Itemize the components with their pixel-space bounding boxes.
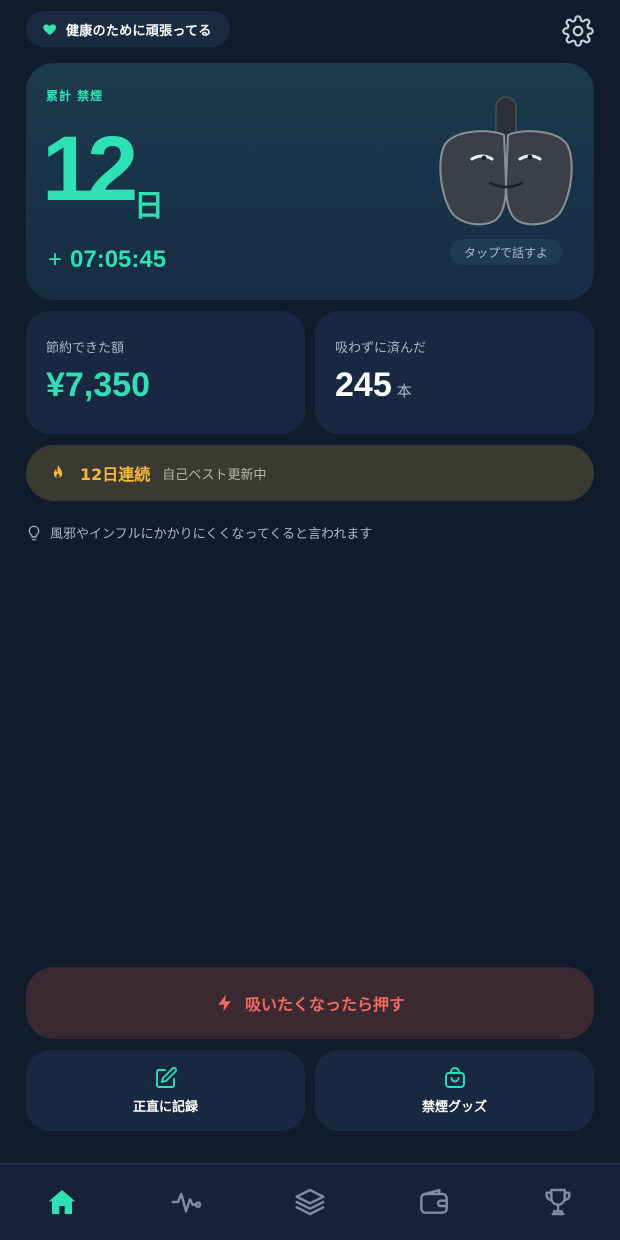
activity-icon (171, 1192, 202, 1213)
cigarettes-avoided-unit: 本 (396, 382, 412, 400)
settings-button[interactable] (562, 15, 594, 47)
nav-activity[interactable] (168, 1184, 204, 1220)
lightning-icon (218, 994, 231, 1012)
home-icon (48, 1190, 76, 1214)
cigarettes-avoided-value: 245 (335, 366, 392, 404)
elapsed-timer: +07:05:45 (48, 246, 166, 274)
honest-record-button[interactable]: 正直に記録 (26, 1050, 305, 1131)
quit-goods-button[interactable]: 禁煙グッズ (315, 1050, 594, 1131)
wallet-icon (420, 1188, 448, 1214)
saved-money-value: ¥7,350 (46, 366, 150, 404)
quit-goods-label: 禁煙グッズ (421, 1100, 487, 1115)
elapsed-prefix: + (48, 246, 63, 273)
bottom-nav (0, 1163, 620, 1240)
quit-duration-card: 累計 禁煙 12 日 +07:05:45 タップで話すよ (26, 63, 594, 300)
trophy-icon (545, 1188, 571, 1216)
streak-banner: 12日連続 自己ベスト更新中 (26, 445, 594, 501)
cigarettes-avoided-label: 吸わずに済んだ (335, 341, 427, 356)
layers-icon (295, 1188, 325, 1216)
streak-value: 12日連続 (80, 465, 151, 484)
gear-icon (562, 15, 594, 47)
elapsed-time: 07:05:45 (70, 246, 167, 273)
nav-trophy[interactable] (540, 1184, 576, 1220)
honest-record-label: 正直に記録 (132, 1100, 198, 1115)
nav-home[interactable] (44, 1184, 80, 1220)
craving-button-label: 吸いたくなったら押す (244, 995, 405, 1014)
nav-layers[interactable] (292, 1184, 328, 1220)
streak-note: 自己ベスト更新中 (162, 467, 267, 483)
lightbulb-icon (28, 525, 40, 540)
days-unit: 日 (134, 189, 164, 224)
saved-money-label: 節約できた額 (46, 341, 125, 356)
cigarettes-avoided-value-row: 245 本 (335, 366, 412, 404)
hero-caption: 累計 禁煙 (46, 89, 104, 103)
saved-money-card: 節約できた額 ¥7,350 (26, 311, 305, 434)
edit-icon (155, 1067, 177, 1088)
health-tip: 風邪やインフルにかかりにくくなってくると言われます (26, 523, 372, 542)
cigarettes-avoided-card: 吸わずに済んだ 245 本 (315, 311, 594, 434)
lungs-character-icon (439, 96, 573, 226)
status-pill: 健康のために頑張ってる (26, 11, 230, 47)
craving-button[interactable]: 吸いたくなったら押す (26, 967, 594, 1039)
shopping-bag-icon (444, 1067, 465, 1088)
lung-mascot[interactable] (438, 95, 578, 235)
days-count: 12 (42, 118, 138, 220)
status-label: 健康のために頑張ってる (66, 23, 212, 39)
heart-icon (43, 24, 57, 35)
flame-icon (53, 464, 63, 478)
tap-hint: タップで話すよ (450, 239, 562, 265)
nav-wallet[interactable] (416, 1184, 452, 1220)
health-tip-text: 風邪やインフルにかかりにくくなってくると言われます (50, 527, 373, 542)
